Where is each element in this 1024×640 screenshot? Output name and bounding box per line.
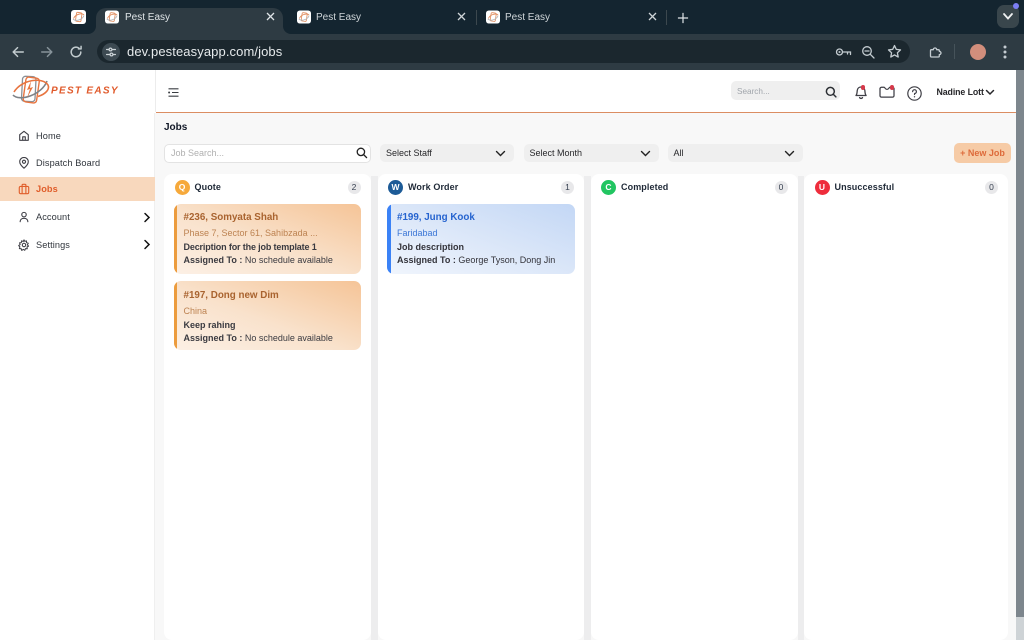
svg-text:PEST EASY: PEST EASY	[51, 86, 119, 97]
